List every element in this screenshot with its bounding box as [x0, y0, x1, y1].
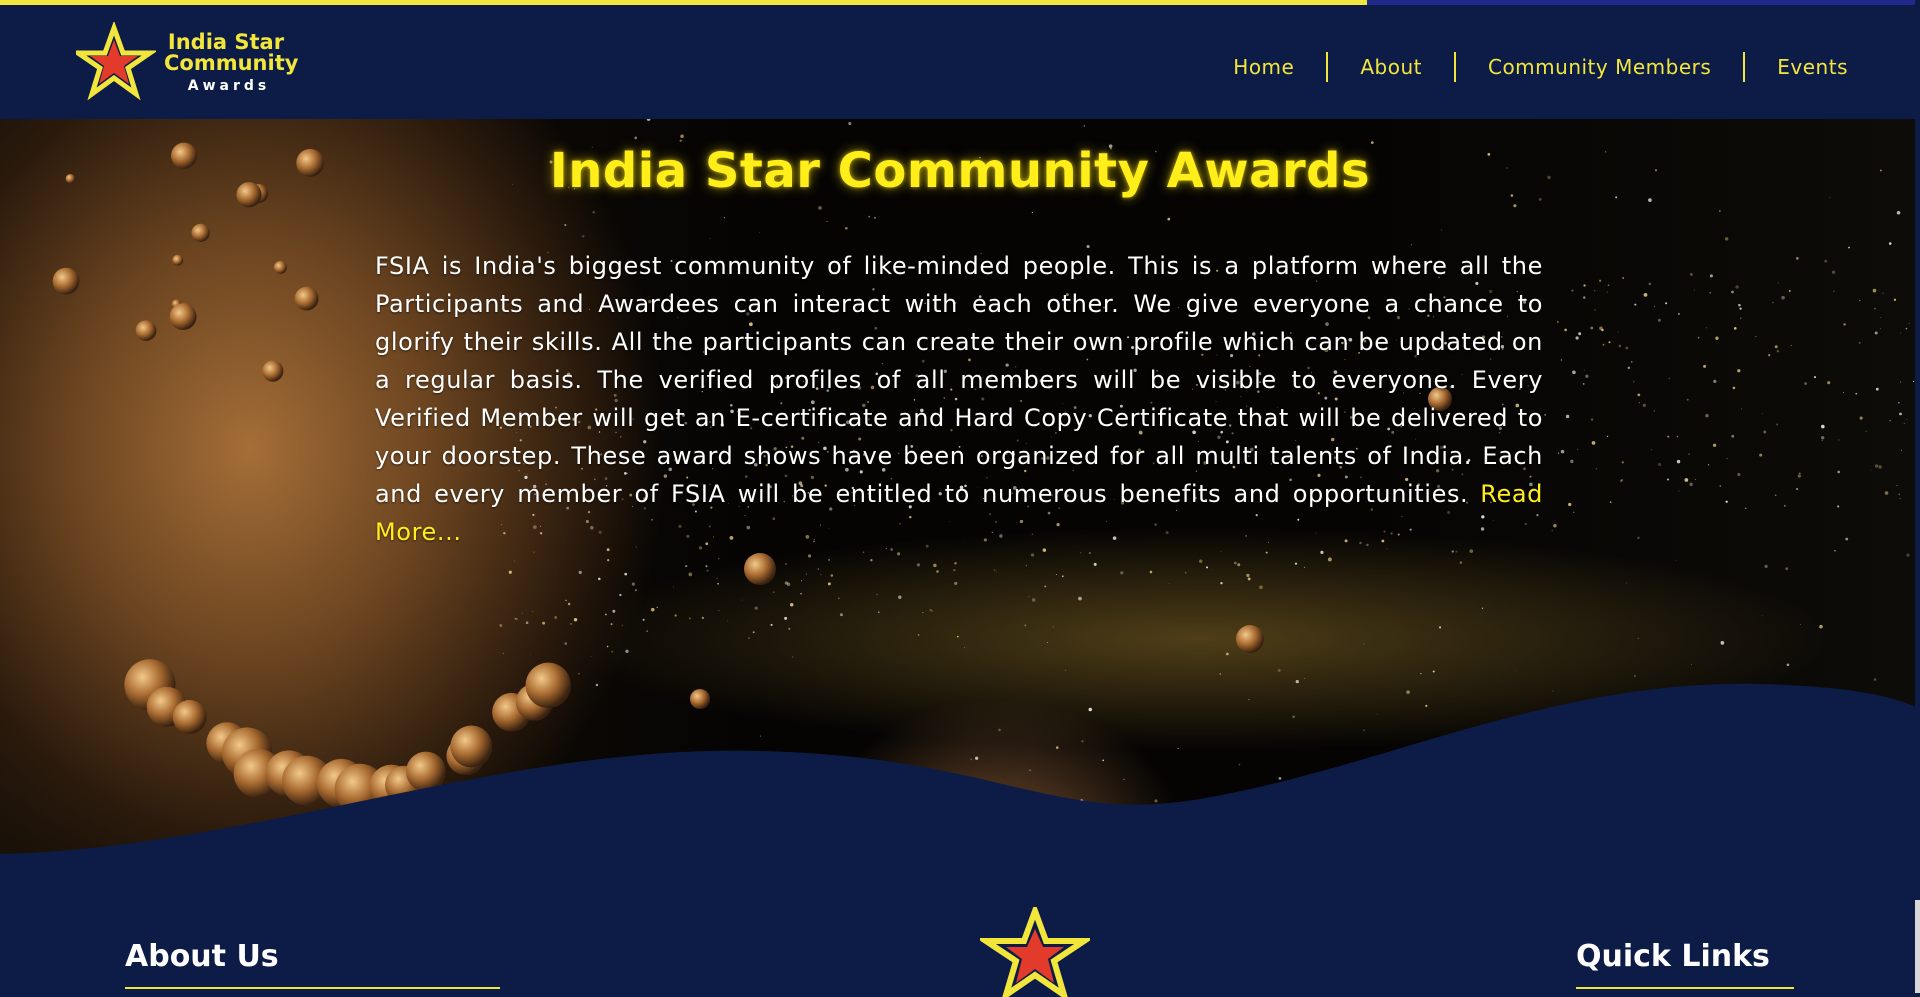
logo-text-line1: India Star	[167, 30, 285, 54]
site-logo[interactable]: India Star Community Awards	[76, 22, 306, 102]
quick-links-heading: Quick Links	[1576, 939, 1770, 974]
hero-description-text: FSIA is India's biggest community of lik…	[375, 252, 1543, 508]
nav-about[interactable]: About	[1326, 52, 1454, 82]
quick-links-underline	[1576, 987, 1794, 989]
nav-events[interactable]: Events	[1743, 52, 1868, 82]
hero-section: India Star Community Awards FSIA is Indi…	[0, 119, 1920, 869]
nav-community-members[interactable]: Community Members	[1453, 52, 1743, 82]
logo-text-line3: Awards	[187, 78, 271, 94]
nav-home[interactable]: Home	[1201, 52, 1326, 82]
star-logo-icon	[980, 907, 1090, 997]
logo-text-line2: Community	[164, 51, 299, 75]
about-us-underline	[125, 987, 500, 989]
hero-title: India Star Community Awards	[549, 143, 1371, 199]
page-scrollbar-thumb[interactable]	[1915, 0, 1920, 900]
footer-section: About Us Quick Links	[0, 869, 1920, 997]
star-logo-icon	[76, 22, 156, 101]
page-scrollbar[interactable]	[1915, 0, 1920, 993]
about-us-heading: About Us	[125, 939, 279, 974]
site-header: India Star Community Awards Home About C…	[0, 5, 1920, 119]
hero-description: FSIA is India's biggest community of lik…	[375, 247, 1543, 551]
main-nav: Home About Community Members Events	[1201, 47, 1868, 87]
